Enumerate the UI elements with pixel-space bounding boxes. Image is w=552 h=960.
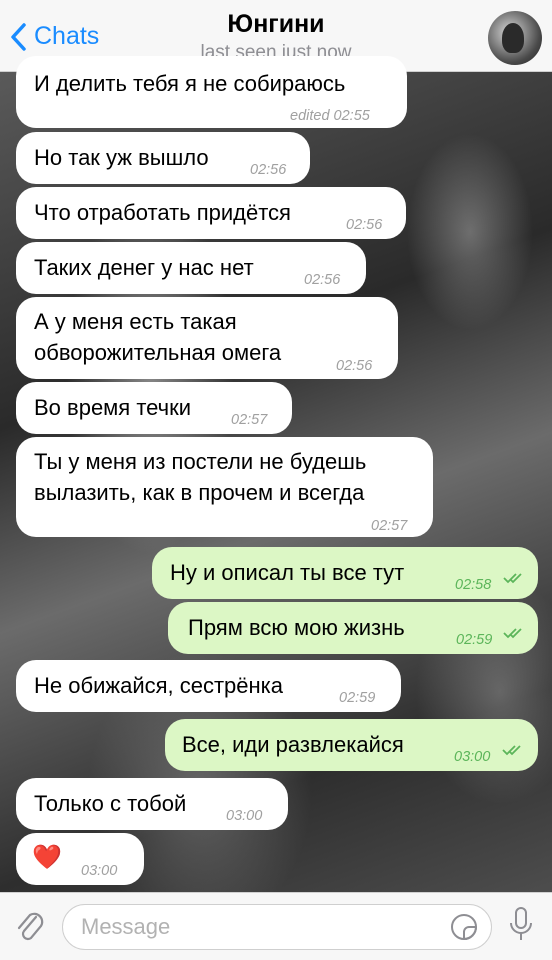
heart-emoji: ❤️ xyxy=(32,844,62,871)
message-bubble[interactable]: А у меня есть такая обворожительная омег… xyxy=(16,297,398,379)
message-bubble[interactable]: И делить тебя я не собираюсь edited 02:5… xyxy=(16,56,407,128)
sticker-icon[interactable] xyxy=(449,912,479,942)
message-time: 02:56 xyxy=(250,162,287,178)
message-text: Не обижайся, сестрёнка xyxy=(34,673,284,698)
message-text: Во время течки xyxy=(34,395,192,420)
message-bubble[interactable]: ❤️ 03:00 xyxy=(16,833,144,885)
message-text: Все, иди развлекайся xyxy=(182,732,404,757)
message-bubble-outgoing[interactable]: Ну и описал ты все тут 02:58 xyxy=(152,547,538,599)
contact-name[interactable]: Юнгини xyxy=(0,10,552,39)
message-bubble[interactable]: Но так уж вышло 02:56 xyxy=(16,132,310,184)
message-text: И делить тебя я не собираюсь xyxy=(34,71,346,96)
message-time: 02:58 xyxy=(455,577,492,593)
message-text-line-1: Ты у меня из постели не будешь xyxy=(34,449,367,474)
message-input-placeholder: Message xyxy=(81,914,171,939)
message-time: edited 02:55 xyxy=(290,108,370,124)
double-check-icon xyxy=(503,628,522,639)
message-time: 02:56 xyxy=(346,217,383,233)
message-text-line-2: вылазить, как в прочем и всегда xyxy=(34,480,365,505)
message-time: 02:56 xyxy=(336,358,373,374)
message-bubble[interactable]: Не обижайся, сестрёнка 02:59 xyxy=(16,660,401,712)
message-bubble-outgoing[interactable]: Прям всю мою жизнь 02:59 xyxy=(168,602,538,654)
contact-avatar[interactable] xyxy=(488,11,542,65)
message-time: 03:00 xyxy=(81,863,118,879)
message-bubble[interactable]: Ты у меня из постели не будешь вылазить,… xyxy=(16,437,433,537)
microphone-icon[interactable] xyxy=(508,905,534,945)
message-bubble[interactable]: Только с тобой 03:00 xyxy=(16,778,288,830)
message-time: 02:57 xyxy=(371,518,408,534)
message-time: 02:57 xyxy=(231,412,268,428)
message-text: Только с тобой xyxy=(34,791,187,816)
message-time: 02:59 xyxy=(456,632,493,648)
message-text: Но так уж вышло xyxy=(34,145,209,170)
double-check-icon xyxy=(502,745,521,756)
message-time: 02:56 xyxy=(304,272,341,288)
message-bubble[interactable]: Что отработать придётся 02:56 xyxy=(16,187,406,239)
message-time: 03:00 xyxy=(226,808,263,824)
message-composer: Message xyxy=(0,892,552,960)
message-text: Ну и описал ты все тут xyxy=(170,560,405,585)
message-text-line-2: обворожительная омега xyxy=(34,340,282,365)
message-bubble[interactable]: Таких денег у нас нет 02:56 xyxy=(16,242,366,294)
paperclip-icon[interactable] xyxy=(14,907,46,947)
message-text: Что отработать придётся xyxy=(34,200,291,225)
message-time: 02:59 xyxy=(339,690,376,706)
message-text: Прям всю мою жизнь xyxy=(188,615,405,640)
message-input[interactable]: Message xyxy=(62,904,492,950)
double-check-icon xyxy=(503,573,522,584)
message-bubble-outgoing[interactable]: Все, иди развлекайся 03:00 xyxy=(165,719,538,771)
message-text: Таких денег у нас нет xyxy=(34,255,254,280)
message-text-line-1: А у меня есть такая xyxy=(34,309,237,334)
message-time: 03:00 xyxy=(454,749,491,765)
message-bubble[interactable]: Во время течки 02:57 xyxy=(16,382,292,434)
